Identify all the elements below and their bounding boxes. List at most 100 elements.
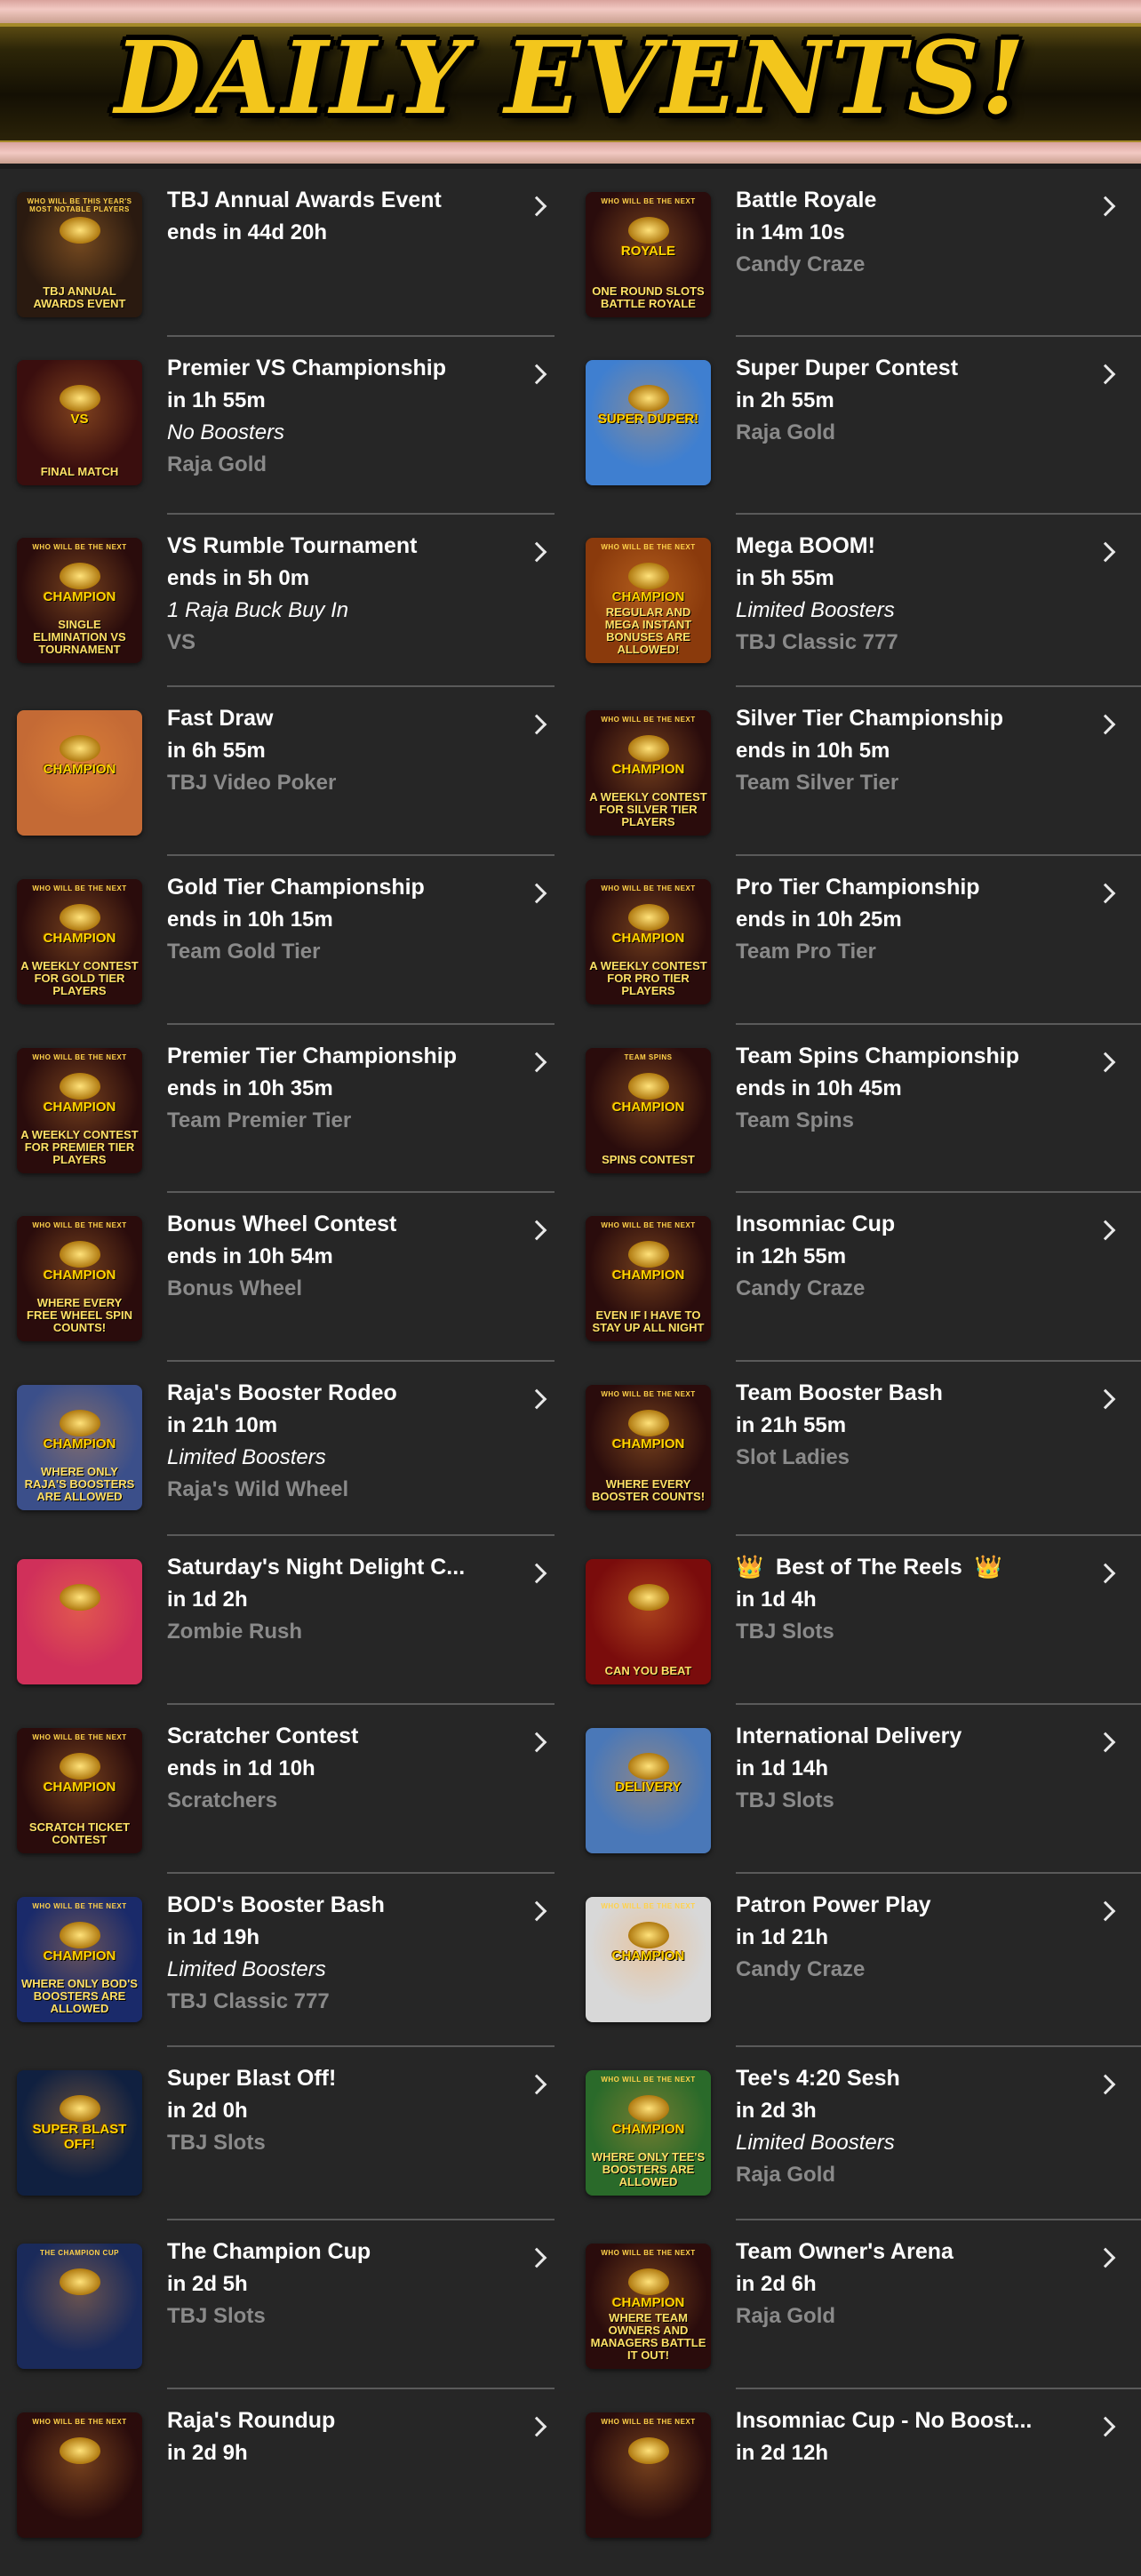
event-thumbnail: CAN YOU BEAT (586, 1559, 711, 1684)
event-text: Battle Royale in 14m 10s Candy Craze (736, 184, 1113, 281)
event-item[interactable]: WHO WILL BE THE NEXT CHAMPION A WEEKLY CON… (0, 856, 570, 1025)
thumbnail-mid-text: CHAMPION (611, 589, 685, 604)
event-item[interactable]: WHO WILL BE THE NEXT CHAMPION REGULAR AND … (569, 515, 1141, 687)
trophy-emblem-icon (627, 563, 669, 589)
trophy-emblem-icon (627, 385, 669, 412)
event-game: TBJ Slots (736, 1620, 834, 1644)
thumbnail-caption: WHERE EVERY FREE WHEEL SPIN COUNTS! (27, 1296, 132, 1334)
thumbnail-top-text: WHO WILL BE THIS YEAR'S MOST NOTABLE PLA… (27, 197, 132, 213)
event-thumbnail (17, 1559, 142, 1684)
event-item[interactable]: WHO WILL BE THE NEXT CHAMPION WHERE ONLY T… (569, 2047, 1141, 2220)
event-text: Team Spins Championship ends in 10h 45m Te… (736, 1040, 1113, 1137)
event-title: Super Duper Contest (736, 356, 959, 380)
event-text: Super Blast Off! in 2d 0h TBJ Slots (167, 2062, 544, 2159)
event-item[interactable]: WHO WILL BE THE NEXT CHAMPION Patron Power… (569, 1874, 1141, 2047)
thumbnail-mid-text: CHAMPION (611, 1436, 685, 1452)
event-item[interactable]: VS FINAL MATCH Premier VS Championship in 1… (0, 337, 570, 515)
event-title: Patron Power Play (736, 1892, 931, 1917)
thumbnail-mid-text: CHAMPION (611, 1268, 685, 1283)
event-item[interactable]: WHO WILL BE THE NEXT ROYALE ONE ROUND SLOT… (569, 169, 1141, 337)
thumbnail-top-text: WHO WILL BE THE NEXT (601, 716, 696, 724)
event-text: Raja's Roundup in 2d 9h (167, 2404, 544, 2469)
thumbnail-mid-text: CHAMPION (611, 2122, 685, 2137)
event-item[interactable]: WHO WILL BE THE NEXT CHAMPION SINGLE ELIMI… (0, 515, 570, 687)
event-item[interactable]: WHO WILL BE THE NEXT Raja's Roundup in 2d … (0, 2389, 570, 2576)
thumbnail-caption: A WEEKLY CONTEST FOR PREMIER TIER PLAYER… (20, 1128, 139, 1166)
thumbnail-mid-text: CHAMPION (611, 931, 685, 946)
event-item[interactable]: WHO WILL BE THE NEXT CHAMPION WHERE EVERY … (569, 1362, 1141, 1536)
event-item[interactable]: TEAM SPINS CHAMPION SPINS CONTEST Team Spin… (569, 1025, 1141, 1193)
event-countdown: in 5h 55m (736, 566, 834, 590)
event-text: Saturday's Night Delight C... in 1d 2h Zom… (167, 1551, 544, 1648)
thumbnail-caption: SINGLE ELIMINATION VS TOURNAMENT (33, 618, 126, 656)
event-thumbnail: WHO WILL BE THE NEXT CHAMPION WHERE ONLY B… (17, 1897, 142, 2022)
event-game: Raja Gold (167, 452, 267, 476)
event-text: Mega BOOM! in 5h 55m Limited Boosters TBJ C… (736, 530, 1113, 659)
event-game: Team Spins (736, 1108, 854, 1132)
event-countdown: in 21h 10m (167, 1413, 278, 1437)
event-item[interactable]: WHO WILL BE THE NEXT CHAMPION A WEEKLY CON… (569, 856, 1141, 1025)
event-countdown: ends in 10h 25m (736, 908, 902, 932)
trophy-emblem-icon (627, 1753, 669, 1780)
event-countdown: in 12h 55m (736, 1244, 847, 1268)
event-countdown: ends in 44d 20h (167, 220, 328, 244)
thumbnail-caption: SPINS CONTEST (602, 1153, 695, 1166)
event-item[interactable]: WHO WILL BE THE NEXT CHAMPION A WEEKLY CON… (0, 1025, 570, 1193)
event-countdown: in 1d 19h (167, 1925, 260, 1949)
trophy-emblem-icon (59, 217, 100, 244)
thumbnail-caption: EVEN IF I HAVE TO STAY UP ALL NIGHT (592, 1308, 705, 1334)
event-thumbnail: WHO WILL BE THE NEXT CHAMPION A WEEKLY CON… (586, 879, 711, 1004)
event-item[interactable]: WHO WILL BE THIS YEAR'S MOST NOTABLE PLA… (0, 169, 570, 337)
trophy-emblem-icon (627, 735, 669, 762)
event-item[interactable]: DELIVERY International Delivery in 1d 14h T… (569, 1705, 1141, 1874)
event-item[interactable]: THE CHAMPION CUP The Champion Cup in 2d 5h… (0, 2220, 570, 2389)
event-item[interactable]: WHO WILL BE THE NEXT CHAMPION WHERE TEAM O… (569, 2220, 1141, 2389)
event-thumbnail: WHO WILL BE THE NEXT CHAMPION (586, 1897, 711, 2022)
thumbnail-caption: ONE ROUND SLOTS BATTLE ROYALE (592, 284, 705, 310)
event-text: Team Booster Bash in 21h 55m Slot Ladies (736, 1377, 1113, 1474)
event-countdown: ends in 10h 35m (167, 1076, 333, 1100)
event-item[interactable]: WHO WILL BE THE NEXT CHAMPION WHERE EVERY … (0, 1193, 570, 1362)
event-title: Super Blast Off! (167, 2066, 337, 2091)
event-game: Team Gold Tier (167, 940, 321, 964)
event-game: Raja Gold (736, 2163, 836, 2187)
event-game: Raja's Wild Wheel (167, 1477, 349, 1501)
event-rule: 1 Raja Buck Buy In (167, 598, 349, 622)
event-game: TBJ Classic 777 (736, 630, 898, 654)
event-item[interactable]: WHO WILL BE THE NEXT Insomniac Cup - No B… (569, 2389, 1139, 2576)
event-item[interactable]: CHAMPION Fast Draw in 6h 55m TBJ Video Poke… (0, 687, 570, 856)
thumbnail-top-text: WHO WILL BE THE NEXT (601, 1390, 696, 1398)
event-game: Candy Craze (736, 1957, 866, 1981)
event-thumbnail: WHO WILL BE THE NEXT CHAMPION WHERE TEAM O… (586, 2244, 711, 2369)
event-row: CHAMPION Fast Draw in 6h 55m TBJ Video Poke… (0, 687, 1141, 856)
event-thumbnail: WHO WILL BE THE NEXT CHAMPION WHERE EVERY … (17, 1216, 142, 1341)
event-title: Tee's 4:20 Sesh (736, 2066, 900, 2091)
event-countdown: in 14m 10s (736, 220, 845, 244)
event-item[interactable]: Saturday's Night Delight C... in 1d 2h Zom… (0, 1536, 570, 1705)
event-text: BOD's Booster Bash in 1d 19h Limited Boost… (167, 1889, 544, 2018)
event-game: Candy Craze (736, 252, 866, 276)
event-game: Team Pro Tier (736, 940, 876, 964)
event-item[interactable]: CAN YOU BEAT 👑 Best of The Reels 👑 in 1d 4… (569, 1536, 1141, 1705)
trophy-emblem-icon (59, 2437, 100, 2464)
event-item[interactable]: WHO WILL BE THE NEXT CHAMPION A WEEKLY CON… (569, 687, 1141, 856)
event-row: WHO WILL BE THE NEXT CHAMPION WHERE EVERY … (0, 1193, 1141, 1362)
event-thumbnail: WHO WILL BE THE NEXT CHAMPION WHERE EVERY … (586, 1385, 711, 1510)
event-item[interactable]: SUPER BLAST OFF! Super Blast Off! in 2d 0h… (0, 2047, 570, 2220)
event-item[interactable]: WHO WILL BE THE NEXT CHAMPION WHERE ONLY B… (0, 1874, 570, 2047)
event-item[interactable]: WHO WILL BE THE NEXT CHAMPION EVEN IF I HA… (569, 1193, 1141, 1362)
event-title: Saturday's Night Delight C... (167, 1555, 466, 1580)
event-text: TBJ Annual Awards Event ends in 44d 20h (167, 184, 544, 249)
event-thumbnail: WHO WILL BE THIS YEAR'S MOST NOTABLE PLA… (17, 192, 142, 317)
event-thumbnail: WHO WILL BE THE NEXT CHAMPION SCRATCH TICK… (17, 1728, 142, 1853)
event-text: VS Rumble Tournament ends in 5h 0m 1 Raja … (167, 530, 544, 659)
event-game: VS (167, 630, 196, 654)
thumbnail-top-text: WHO WILL BE THE NEXT (32, 2418, 127, 2426)
event-title: Team Owner's Arena (736, 2239, 953, 2264)
event-item[interactable]: WHO WILL BE THE NEXT CHAMPION SCRATCH TICK… (0, 1705, 570, 1874)
thumbnail-top-text: WHO WILL BE THE NEXT (32, 1733, 127, 1741)
event-item[interactable]: CHAMPION WHERE ONLY RAJA'S BOOSTERS ARE A… (0, 1362, 570, 1536)
event-countdown: ends in 10h 5m (736, 739, 890, 763)
event-item[interactable]: SUPER DUPER! Super Duper Contest in 2h 55m… (569, 337, 1141, 515)
event-thumbnail: SUPER DUPER! (586, 360, 711, 485)
